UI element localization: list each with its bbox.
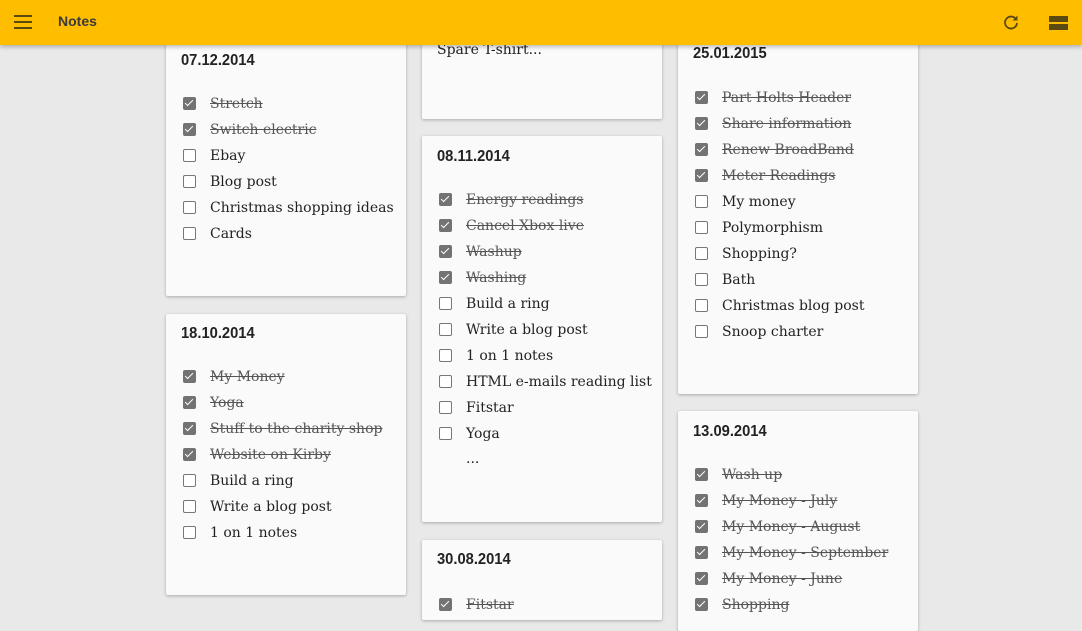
checklist-item-label: Shopping?: [722, 246, 797, 262]
note-card[interactable]: 13.09.2014 Wash up My Money - July My Mone…: [678, 411, 918, 631]
refresh-icon[interactable]: [1000, 12, 1022, 34]
checklist-item-label: Website on Kirby: [210, 447, 331, 463]
note-title: 30.08.2014: [437, 551, 511, 568]
checkbox-checked[interactable]: [183, 422, 196, 435]
checklist-item-label: My Money: [210, 369, 285, 385]
note-title: 13.09.2014: [693, 423, 767, 440]
checkbox-unchecked[interactable]: [695, 273, 708, 286]
checklist-item-label: My Money - July: [722, 493, 838, 509]
checkbox-unchecked[interactable]: [439, 297, 452, 310]
checklist-item-label: Washing: [466, 270, 527, 286]
checklist-item-label: Polymorphism: [722, 220, 823, 236]
checklist-item-label: Washup: [466, 244, 522, 260]
note-card[interactable]: 18.10.2014 My Money Yoga Stuff to the char…: [166, 314, 406, 595]
checkbox-unchecked[interactable]: [183, 175, 196, 188]
note-ellipsis: ...: [466, 451, 480, 467]
note-card[interactable]: 30.08.2014 Fitstar: [422, 540, 662, 620]
checkbox-unchecked[interactable]: [695, 325, 708, 338]
checkbox-checked[interactable]: [695, 468, 708, 481]
checkbox-checked[interactable]: [439, 598, 452, 611]
checkbox-checked[interactable]: [695, 546, 708, 559]
checkbox-unchecked[interactable]: [695, 299, 708, 312]
checklist-item-label: My money: [722, 194, 796, 210]
checkbox-checked[interactable]: [183, 396, 196, 409]
checklist-item-label: Bath: [722, 272, 756, 288]
checkbox-checked[interactable]: [695, 143, 708, 156]
checkbox-checked[interactable]: [183, 370, 196, 383]
checkbox-checked[interactable]: [439, 245, 452, 258]
checkbox-checked[interactable]: [695, 494, 708, 507]
checklist-item-label: Write a blog post: [466, 322, 588, 338]
view-toggle-icon[interactable]: [1047, 14, 1071, 32]
note-card[interactable]: 08.11.2014 ... Energy readings Cancel Xbo…: [422, 136, 662, 522]
checklist-item-label: Build a ring: [210, 473, 294, 489]
checklist-item-label: Blog post: [210, 174, 277, 190]
checklist-item-label: Snoop charter: [722, 324, 824, 340]
checkbox-unchecked[interactable]: [183, 201, 196, 214]
checklist-item-label: 1 on 1 notes: [210, 525, 298, 541]
checklist-item-label: My Money - September: [722, 545, 889, 561]
checklist-item-label: Build a ring: [466, 296, 550, 312]
note-title: 25.01.2015: [693, 45, 767, 62]
checkbox-unchecked[interactable]: [183, 500, 196, 513]
note-title: 08.11.2014: [437, 148, 510, 165]
checkbox-checked[interactable]: [183, 97, 196, 110]
checkbox-unchecked[interactable]: [695, 195, 708, 208]
checklist-item-label: Yoga: [210, 395, 244, 411]
note-title: 07.12.2014: [181, 52, 255, 69]
checklist-item-label: Meter Readings: [722, 168, 836, 184]
checklist-item-label: Fitstar: [466, 597, 514, 613]
checkbox-unchecked[interactable]: [183, 227, 196, 240]
note-card[interactable]: 25.01.2015 Part Holts Header Share inform…: [678, 30, 918, 394]
checkbox-checked[interactable]: [439, 219, 452, 232]
checklist-item-label: My Money - August: [722, 519, 861, 535]
checkbox-checked[interactable]: [695, 117, 708, 130]
checklist-item-label: Wash up: [722, 467, 783, 483]
checklist-item-label: Share information: [722, 116, 852, 132]
checklist-item-label: Renew BroadBand: [722, 142, 854, 158]
checkbox-unchecked[interactable]: [183, 526, 196, 539]
checkbox-checked[interactable]: [695, 598, 708, 611]
checklist-item-label: 1 on 1 notes: [466, 348, 554, 364]
checkbox-checked[interactable]: [695, 572, 708, 585]
checkbox-checked[interactable]: [439, 193, 452, 206]
checkbox-checked[interactable]: [183, 123, 196, 136]
checkbox-unchecked[interactable]: [439, 427, 452, 440]
checklist-item-label: Part Holts Header: [722, 90, 852, 106]
checkbox-unchecked[interactable]: [439, 375, 452, 388]
checkbox-unchecked[interactable]: [183, 149, 196, 162]
checklist-item-label: Stuff to the charity shop: [210, 421, 383, 437]
checklist-item-label: Yoga: [466, 426, 500, 442]
checklist-item-label: Write a blog post: [210, 499, 332, 515]
checklist-item-label: HTML e-mails reading list: [466, 374, 652, 390]
checkbox-unchecked[interactable]: [695, 221, 708, 234]
hamburger-menu-icon[interactable]: [12, 13, 34, 31]
note-card[interactable]: 07.12.2014 Stretch Switch electric Ebay Blo…: [166, 38, 406, 296]
checklist-item-label: Cancel Xbox live: [466, 218, 584, 234]
checkbox-unchecked[interactable]: [183, 474, 196, 487]
checklist-item-label: Stretch: [210, 96, 263, 112]
checkbox-checked[interactable]: [695, 520, 708, 533]
checklist-item-label: My Money - June: [722, 571, 843, 587]
checklist-item-label: Shopping: [722, 597, 790, 613]
checklist-item-label: Switch electric: [210, 122, 317, 138]
checklist-item-label: Fitstar: [466, 400, 514, 416]
checkbox-checked[interactable]: [695, 91, 708, 104]
checkbox-checked[interactable]: [439, 271, 452, 284]
checklist-item-label: Christmas blog post: [722, 298, 865, 314]
app-title: Notes: [58, 13, 97, 29]
checkbox-checked[interactable]: [183, 448, 196, 461]
checklist-item-label: Cards: [210, 226, 252, 242]
checklist-item-label: Christmas shopping ideas: [210, 200, 394, 216]
checkbox-unchecked[interactable]: [695, 247, 708, 260]
note-title: 18.10.2014: [181, 325, 255, 342]
checkbox-checked[interactable]: [695, 169, 708, 182]
checkbox-unchecked[interactable]: [439, 349, 452, 362]
checklist-item-label: Energy readings: [466, 192, 584, 208]
app-bar: Notes: [0, 0, 1082, 45]
checkbox-unchecked[interactable]: [439, 401, 452, 414]
checkbox-unchecked[interactable]: [439, 323, 452, 336]
checklist-item-label: Ebay: [210, 148, 246, 164]
